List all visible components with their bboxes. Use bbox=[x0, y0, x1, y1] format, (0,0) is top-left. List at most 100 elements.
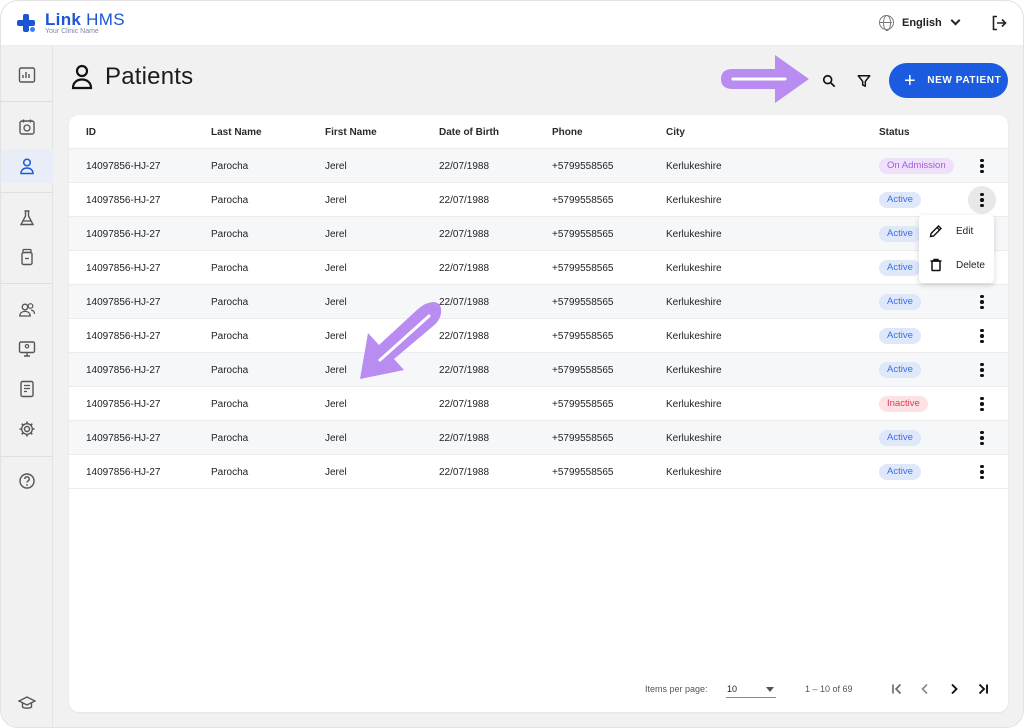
column-id[interactable]: ID bbox=[86, 127, 96, 138]
status-badge: Active bbox=[879, 430, 921, 446]
monitor-icon bbox=[18, 341, 36, 357]
status-badge: Active bbox=[879, 464, 921, 480]
annotation-arrow-diagonal bbox=[360, 302, 442, 379]
cell-first-name: Jerel bbox=[325, 161, 347, 172]
settings-icon bbox=[19, 421, 35, 437]
column-first-name[interactable]: First Name bbox=[325, 127, 377, 138]
status-badge: On Admission bbox=[879, 158, 954, 174]
column-last-name[interactable]: Last Name bbox=[211, 127, 262, 138]
cell-date-of-birth: 22/07/1988 bbox=[439, 297, 490, 308]
cell-phone: +5799558565 bbox=[552, 195, 614, 206]
sidebar-item-pharmacy[interactable] bbox=[1, 240, 53, 274]
table-row[interactable]: 14097856-HJ-27 Parocha Jerel 22/07/1988 +579… bbox=[69, 183, 1008, 217]
status-badge: Active bbox=[879, 328, 921, 344]
sidebar-item-monitor[interactable] bbox=[1, 332, 53, 366]
first-page-icon bbox=[892, 683, 902, 695]
sidebar-item-staff[interactable] bbox=[1, 293, 53, 327]
status-badge: Active bbox=[879, 226, 921, 242]
sidebar-item-settings[interactable] bbox=[1, 412, 53, 446]
cell-id: 14097856-HJ-27 bbox=[86, 467, 161, 478]
sidebar-item-patients[interactable] bbox=[1, 149, 53, 183]
page-size-select[interactable]: 10 bbox=[726, 680, 776, 698]
dashboard-icon bbox=[18, 67, 36, 83]
cell-first-name: Jerel bbox=[325, 433, 347, 444]
items-per-page-label: Items per page: bbox=[645, 684, 708, 694]
page-title: Patients bbox=[105, 63, 194, 90]
cell-city: Kerlukeshire bbox=[666, 331, 722, 342]
table-row[interactable]: 14097856-HJ-27 Parocha Jerel 22/07/1988 +579… bbox=[69, 149, 1008, 183]
table-row[interactable]: 14097856-HJ-27 Parocha Jerel 22/07/1988 +579… bbox=[69, 353, 1008, 387]
table-row[interactable]: 14097856-HJ-27 Parocha Jerel 22/07/1988 +579… bbox=[69, 217, 1008, 251]
table-row[interactable]: 14097856-HJ-27 Parocha Jerel 22/07/1988 +579… bbox=[69, 319, 1008, 353]
table-row[interactable]: 14097856-HJ-27 Parocha Jerel 22/07/1988 +579… bbox=[69, 455, 1008, 489]
brand-logo[interactable]: Link HMS Your Clinic Name bbox=[17, 11, 125, 36]
row-actions-button[interactable] bbox=[968, 292, 996, 312]
table-row[interactable]: 14097856-HJ-27 Parocha Jerel 22/07/1988 +579… bbox=[69, 285, 1008, 319]
last-page-icon bbox=[978, 683, 988, 695]
pencil-icon bbox=[929, 225, 942, 238]
column-status[interactable]: Status bbox=[879, 127, 910, 138]
logout-icon[interactable] bbox=[991, 15, 1007, 31]
cell-phone: +5799558565 bbox=[552, 433, 614, 444]
language-selector[interactable]: English bbox=[879, 15, 961, 31]
previous-page-button[interactable] bbox=[916, 680, 934, 698]
menu-item-delete[interactable]: Delete bbox=[919, 249, 994, 281]
table-row[interactable]: 14097856-HJ-27 Parocha Jerel 22/07/1988 +579… bbox=[69, 251, 1008, 285]
page-header: Patients bbox=[71, 63, 193, 91]
table-row[interactable]: 14097856-HJ-27 Parocha Jerel 22/07/1988 +579… bbox=[69, 421, 1008, 455]
cell-date-of-birth: 22/07/1988 bbox=[439, 467, 490, 478]
column-date-of-birth[interactable]: Date of Birth bbox=[439, 127, 499, 138]
table-row[interactable]: 14097856-HJ-27 Parocha Jerel 22/07/1988 +579… bbox=[69, 387, 1008, 421]
brand-subtitle: Your Clinic Name bbox=[45, 28, 99, 35]
status-badge: Active bbox=[879, 192, 921, 208]
cell-last-name: Parocha bbox=[211, 229, 249, 240]
cell-city: Kerlukeshire bbox=[666, 263, 722, 274]
cell-city: Kerlukeshire bbox=[666, 399, 722, 410]
row-actions-button[interactable] bbox=[968, 394, 996, 414]
sidebar-item-appointments[interactable] bbox=[1, 110, 53, 144]
row-actions-button[interactable] bbox=[968, 428, 996, 448]
patients-icon bbox=[20, 158, 34, 175]
search-button[interactable] bbox=[817, 69, 841, 93]
status-badge: Active bbox=[879, 362, 921, 378]
next-page-button[interactable] bbox=[945, 680, 963, 698]
academy-icon[interactable] bbox=[18, 694, 36, 712]
cell-last-name: Parocha bbox=[211, 297, 249, 308]
table-header: ID Last Name First Name Date of Birth Ph… bbox=[69, 115, 1008, 149]
chevron-down-icon bbox=[950, 15, 961, 26]
new-patient-label: NEW PATIENT bbox=[927, 75, 1002, 86]
page-range: 1 – 10 of 69 bbox=[805, 684, 853, 694]
cell-first-name: Jerel bbox=[325, 297, 347, 308]
trash-icon bbox=[930, 258, 942, 272]
row-actions-button[interactable] bbox=[968, 156, 996, 176]
cell-city: Kerlukeshire bbox=[666, 467, 722, 478]
language-label: English bbox=[902, 16, 942, 29]
cell-id: 14097856-HJ-27 bbox=[86, 297, 161, 308]
cell-city: Kerlukeshire bbox=[666, 297, 722, 308]
sidebar-item-lab[interactable] bbox=[1, 201, 53, 235]
cell-date-of-birth: 22/07/1988 bbox=[439, 399, 490, 410]
status-badge: Active bbox=[879, 294, 921, 310]
row-actions-button[interactable] bbox=[968, 462, 996, 482]
cell-phone: +5799558565 bbox=[552, 297, 614, 308]
last-page-button[interactable] bbox=[974, 680, 992, 698]
pharmacy-icon bbox=[21, 248, 33, 266]
new-patient-button[interactable]: + NEW PATIENT bbox=[889, 63, 1008, 98]
column-city[interactable]: City bbox=[666, 127, 685, 138]
cell-last-name: Parocha bbox=[211, 331, 249, 342]
row-actions-button[interactable] bbox=[968, 326, 996, 346]
staff-icon bbox=[19, 303, 36, 317]
sidebar-item-reports[interactable] bbox=[1, 372, 53, 406]
sidebar-item-help[interactable] bbox=[1, 464, 53, 498]
row-actions-button[interactable] bbox=[968, 186, 996, 214]
menu-item-edit[interactable]: Edit bbox=[919, 215, 994, 247]
first-page-button[interactable] bbox=[888, 680, 906, 698]
cell-date-of-birth: 22/07/1988 bbox=[439, 229, 490, 240]
sidebar-item-dashboard[interactable] bbox=[1, 58, 53, 92]
filter-button[interactable] bbox=[852, 69, 876, 93]
cell-date-of-birth: 22/07/1988 bbox=[439, 161, 490, 172]
cell-id: 14097856-HJ-27 bbox=[86, 331, 161, 342]
column-phone[interactable]: Phone bbox=[552, 127, 583, 138]
cell-last-name: Parocha bbox=[211, 399, 249, 410]
row-actions-button[interactable] bbox=[968, 360, 996, 380]
